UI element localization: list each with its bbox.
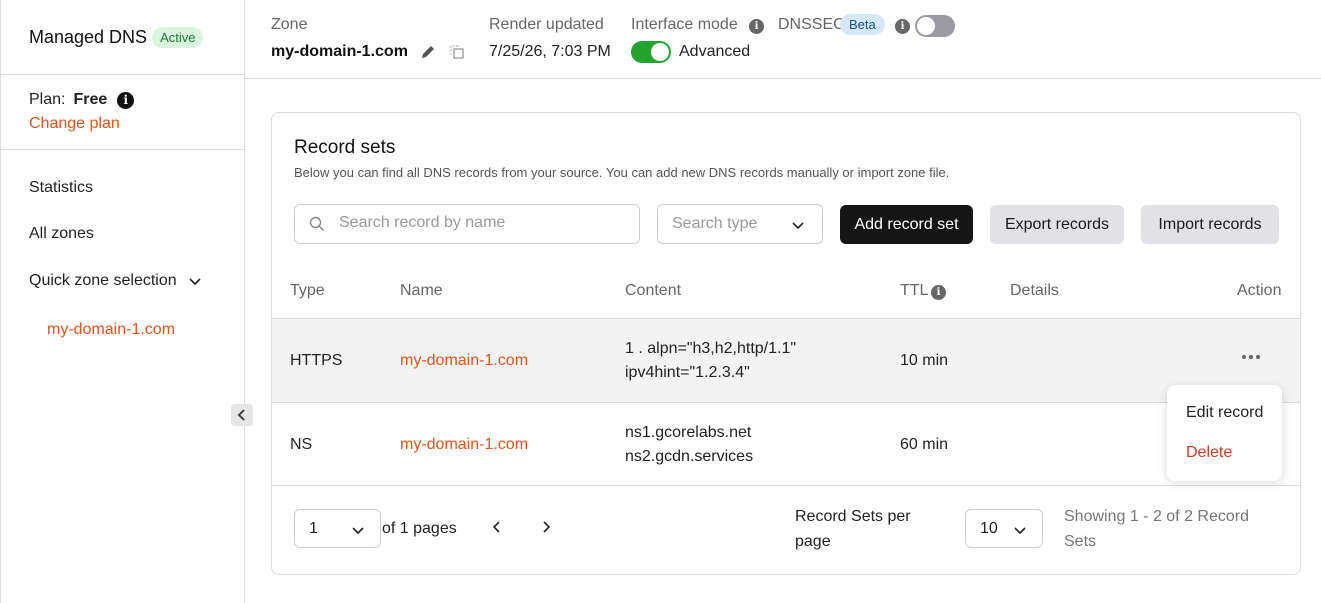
- per-page-value: 10: [980, 519, 998, 537]
- dnssec-toggle[interactable]: [915, 15, 955, 37]
- column-header-type: Type: [290, 282, 325, 299]
- interface-mode-toggle[interactable]: [631, 41, 671, 63]
- plan-section: Plan: Free i Change plan: [1, 75, 244, 150]
- render-updated-label: Render updated: [489, 16, 604, 33]
- chevron-down-icon: [352, 527, 364, 535]
- record-name-link[interactable]: my-domain-1.com: [400, 352, 528, 370]
- chevron-down-icon: [792, 222, 804, 230]
- column-header-action: Action: [1237, 282, 1282, 299]
- table-row[interactable]: NS my-domain-1.com ns1.gcorelabs.net ns2…: [272, 402, 1300, 486]
- column-header-name: Name: [400, 282, 443, 299]
- column-header-content: Content: [625, 282, 682, 299]
- sidebar-item-quick-zone-selection[interactable]: Quick zone selection: [29, 272, 203, 290]
- plan-value: Free: [73, 91, 108, 108]
- content-line: ns2.gcdn.services: [625, 448, 754, 465]
- record-ttl: 10 min: [900, 352, 949, 369]
- table-row[interactable]: HTTPS my-domain-1.com 1 . alpn="h3,h2,ht…: [272, 318, 1300, 402]
- card-description: Below you can find all DNS records from …: [294, 165, 950, 180]
- zone-label: Zone: [271, 16, 308, 33]
- per-page-select[interactable]: 10: [965, 509, 1043, 548]
- chevron-down-icon: [1014, 527, 1026, 535]
- card-title: Record sets: [294, 137, 396, 158]
- record-content: 1 . alpn="h3,h2,http/1.1" ipv4hint="1.2.…: [625, 337, 796, 385]
- divider: [272, 485, 1300, 486]
- column-header-details: Details: [1010, 282, 1059, 299]
- of-pages-text: of 1 pages: [382, 520, 457, 537]
- page-select-value: 1: [309, 519, 318, 537]
- showing-count-text: Showing 1 - 2 of 2 Record Sets: [1064, 508, 1249, 550]
- record-type: HTTPS: [290, 352, 343, 369]
- import-records-button[interactable]: Import records: [1141, 205, 1279, 244]
- change-plan-link[interactable]: Change plan: [29, 115, 244, 133]
- add-record-set-button[interactable]: Add record set: [840, 205, 973, 244]
- page-select[interactable]: 1: [294, 509, 381, 548]
- sidebar-item-label: Quick zone selection: [29, 272, 177, 289]
- zone-name: my-domain-1.com: [271, 43, 408, 60]
- record-content: ns1.gcorelabs.net ns2.gcdn.services: [625, 421, 753, 469]
- render-updated-value: 7/25/26, 7:03 PM: [489, 43, 611, 60]
- collapse-sidebar-button[interactable]: [231, 404, 253, 426]
- more-actions-icon[interactable]: [1242, 355, 1260, 359]
- edit-record-menu-item[interactable]: Edit record: [1186, 404, 1263, 422]
- info-icon[interactable]: i: [749, 19, 764, 34]
- content-line: ns1.gcorelabs.net: [625, 424, 752, 441]
- plan-label: Plan:: [29, 91, 66, 108]
- search-input[interactable]: [339, 214, 629, 232]
- search-record-field[interactable]: [294, 204, 640, 244]
- sidebar-header: Managed DNS Active: [1, 0, 244, 75]
- record-name-link[interactable]: my-domain-1.com: [400, 436, 528, 454]
- pencil-icon[interactable]: [420, 44, 436, 60]
- sidebar-zone-link[interactable]: my-domain-1.com: [47, 321, 175, 339]
- column-header-ttl: TTL: [900, 282, 929, 299]
- record-ttl: 60 min: [900, 436, 949, 453]
- previous-page-icon[interactable]: [490, 519, 504, 535]
- search-icon: [309, 216, 324, 231]
- interface-mode-label: Interface mode: [631, 16, 738, 33]
- search-type-placeholder: Search type: [672, 215, 758, 232]
- content-line: 1 . alpn="h3,h2,http/1.1": [625, 340, 797, 357]
- search-type-select[interactable]: Search type: [657, 204, 823, 244]
- zone-header: Zone my-domain-1.com Render updated 7/25…: [245, 0, 1321, 79]
- delete-menu-item[interactable]: Delete: [1186, 444, 1232, 462]
- sidebar-item-all-zones[interactable]: All zones: [29, 225, 94, 243]
- info-icon[interactable]: i: [895, 19, 910, 34]
- interface-mode-value: Advanced: [679, 43, 751, 60]
- per-page-label: Record Sets per page: [795, 508, 911, 550]
- status-badge: Active: [152, 26, 204, 48]
- sidebar-item-statistics[interactable]: Statistics: [29, 179, 93, 197]
- record-type: NS: [290, 436, 313, 453]
- next-page-icon[interactable]: [539, 519, 553, 535]
- export-records-button[interactable]: Export records: [990, 205, 1124, 244]
- info-icon[interactable]: i: [117, 91, 135, 109]
- beta-badge: Beta: [840, 14, 885, 35]
- app-title: Managed DNS: [29, 26, 148, 47]
- action-menu: Edit record Delete: [1167, 385, 1282, 481]
- dnssec-label: DNSSEC: [778, 16, 845, 33]
- sidebar: Managed DNS Active Plan: Free i Change p…: [0, 0, 245, 603]
- chevron-down-icon: [189, 278, 201, 286]
- chevron-left-icon: [237, 409, 245, 421]
- content-line: ipv4hint="1.2.3.4": [625, 364, 750, 381]
- info-icon[interactable]: i: [931, 285, 946, 300]
- record-sets-card: Record sets Below you can find all DNS r…: [271, 112, 1301, 575]
- copy-icon[interactable]: [449, 44, 465, 60]
